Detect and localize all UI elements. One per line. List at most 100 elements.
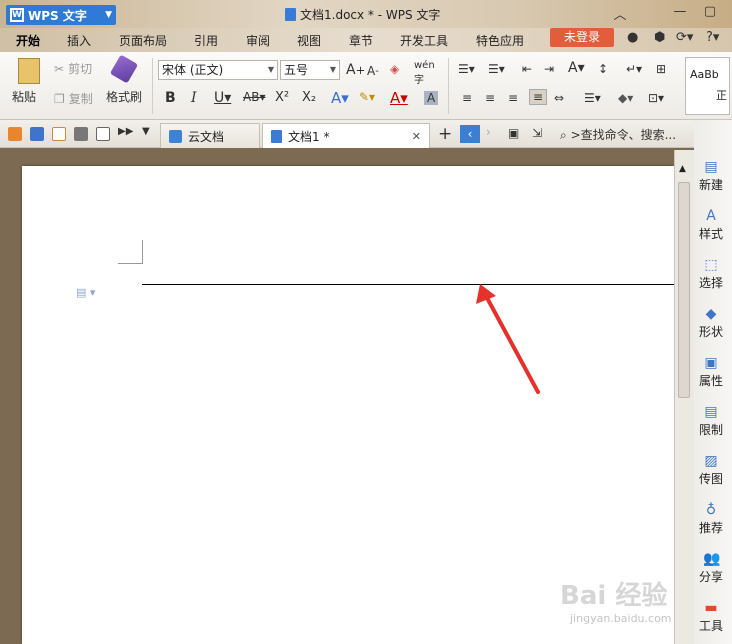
increase-indent-icon[interactable]: ⇥ <box>544 62 554 76</box>
tab-chapter[interactable]: 章节 <box>349 32 373 49</box>
sidebar-item-new[interactable]: ▤ 新建 <box>694 160 728 193</box>
superscript-icon[interactable]: X² <box>275 90 289 105</box>
paste-button[interactable]: 粘贴 <box>12 58 40 105</box>
sidebar-item-label: 新建 <box>698 178 723 192</box>
sidebar-item-properties[interactable]: ▣ 属性 <box>694 356 728 389</box>
bold-icon[interactable]: B <box>165 90 176 106</box>
decrease-indent-icon[interactable]: ⇤ <box>522 62 532 76</box>
strikethrough-icon[interactable]: AB▾ <box>243 90 265 104</box>
sidebar-item-share[interactable]: 👥 分享 <box>694 552 728 585</box>
phonetic-icon[interactable]: wén 字 <box>414 60 435 86</box>
collapse-ribbon-icon[interactable]: ︿ <box>610 4 630 23</box>
italic-icon[interactable]: I <box>191 90 197 106</box>
border-icon[interactable]: ⊡▾ <box>648 91 664 105</box>
document-page[interactable] <box>22 166 674 644</box>
tab-document[interactable]: 文档1 * ✕ <box>262 123 430 148</box>
menu-bar: 开始 插入 页面布局 引用 审阅 视图 章节 开发工具 特色应用 <box>0 28 732 54</box>
new-tab-icon[interactable]: + <box>438 124 452 144</box>
format-painter-label: 格式刷 <box>106 90 143 104</box>
sidebar-item-recommend[interactable]: ♁ 推荐 <box>694 503 728 536</box>
shrink-font-icon[interactable]: A- <box>367 64 379 78</box>
tab-insert[interactable]: 插入 <box>67 32 91 49</box>
align-center-icon[interactable]: ≡ <box>485 91 495 105</box>
tab-start[interactable]: 开始 <box>11 32 45 54</box>
cut-label: 剪切 <box>68 62 93 76</box>
copy-label: 复制 <box>68 92 93 106</box>
chevron-down-icon[interactable]: ▼ <box>142 126 150 137</box>
subscript-icon[interactable]: X₂ <box>302 90 316 105</box>
command-search[interactable]: ⌕ >查找命令、搜索... <box>560 126 676 143</box>
share-icon[interactable]: ⇲ <box>532 126 542 140</box>
sidebar-item-select[interactable]: ⬚ 选择 <box>694 258 728 291</box>
font-size-select[interactable]: 五号 ▼ <box>280 60 340 80</box>
font-case-icon[interactable]: A▾ <box>568 60 585 76</box>
font-size-value: 五号 <box>284 63 309 77</box>
export-pdf-icon[interactable] <box>52 127 66 141</box>
sidebar-item-shapes[interactable]: ◆ 形状 <box>694 307 728 340</box>
help-icon[interactable]: ?▾ <box>706 30 719 45</box>
justify-icon[interactable]: ≡ <box>529 89 548 105</box>
clear-format-icon[interactable]: ◈ <box>390 62 399 76</box>
tab-references[interactable]: 引用 <box>194 32 218 49</box>
horizontal-line[interactable] <box>142 284 674 285</box>
line-break-icon[interactable]: ↵▾ <box>626 62 642 76</box>
copy-button[interactable]: ❐ 复制 <box>54 90 93 107</box>
divider <box>448 58 449 114</box>
font-color-icon[interactable]: A▾ <box>390 89 408 107</box>
tab-view[interactable]: 视图 <box>297 32 321 49</box>
more-icon[interactable]: ▶▶ <box>118 126 133 137</box>
text-effect-icon[interactable]: A▾ <box>331 89 349 107</box>
format-painter-button[interactable]: 格式刷 <box>106 54 143 105</box>
sidebar-item-styles[interactable]: A 样式 <box>694 209 728 242</box>
bullet-list-icon[interactable]: ☰▾ <box>458 62 475 76</box>
style-gallery[interactable]: AaBb 正 <box>685 57 730 115</box>
login-button[interactable]: 未登录 <box>550 28 614 47</box>
print-preview-icon[interactable] <box>96 127 110 141</box>
properties-icon: ▣ <box>704 355 718 371</box>
forward-icon[interactable]: › <box>486 125 491 139</box>
close-icon[interactable]: ✕ <box>412 130 421 143</box>
table-icon[interactable]: ⊞ <box>656 62 666 76</box>
underline-icon[interactable]: U▾ <box>214 90 231 106</box>
highlight-icon[interactable]: ✎▾ <box>359 90 375 104</box>
cut-button[interactable]: ✂ 剪切 <box>54 60 92 77</box>
tab-page-layout[interactable]: 页面布局 <box>119 32 167 49</box>
number-list-icon[interactable]: ☰▾ <box>488 62 505 76</box>
skin-icon[interactable]: ● <box>627 30 638 45</box>
font-name-value: 宋体 (正文) <box>162 63 224 77</box>
title-bar: W WPS 文字 ▼ 文档1.docx * - WPS 文字 ︿ — ▢ <box>0 0 732 28</box>
tab-cloud-docs[interactable]: 云文档 <box>160 123 260 148</box>
app-menu-button[interactable]: W WPS 文字 ▼ <box>6 5 116 25</box>
sync-icon[interactable]: ⟳▾ <box>676 30 693 45</box>
save-icon[interactable] <box>30 127 44 141</box>
paragraph-options-icon[interactable]: ▤ ▾ <box>76 286 95 299</box>
sidebar-item-tools[interactable]: ▬ 工具 <box>694 601 728 634</box>
screen-icon[interactable]: ▣ <box>508 126 519 140</box>
paste-icon <box>18 58 40 84</box>
grow-font-icon[interactable]: A + <box>346 62 365 78</box>
print-icon[interactable] <box>74 127 88 141</box>
open-folder-icon[interactable] <box>8 127 22 141</box>
back-icon[interactable]: ‹ <box>460 125 480 143</box>
sidebar-item-upload-image[interactable]: ▨ 传图 <box>694 454 728 487</box>
font-name-select[interactable]: 宋体 (正文) ▼ <box>158 60 278 80</box>
minimize-button[interactable]: — <box>670 4 690 19</box>
distribute-icon[interactable]: ⇔ <box>554 91 564 105</box>
tab-review[interactable]: 审阅 <box>246 32 270 49</box>
tab-special[interactable]: 特色应用 <box>476 32 524 49</box>
maximize-button[interactable]: ▢ <box>700 4 720 19</box>
char-shading-icon[interactable]: A <box>424 91 439 105</box>
align-right-icon[interactable]: ≡ <box>508 91 518 105</box>
tab-developer[interactable]: 开发工具 <box>400 32 448 49</box>
chevron-down-icon: ▼ <box>267 65 274 74</box>
shading-icon[interactable]: ◆▾ <box>618 91 633 105</box>
scrollbar-thumb[interactable] <box>678 182 690 398</box>
scroll-up-icon[interactable]: ▲ <box>679 164 686 174</box>
align-left-icon[interactable]: ≡ <box>462 91 472 105</box>
line-spacing-icon[interactable]: ☰▾ <box>584 91 601 105</box>
sidebar-item-label: 限制 <box>698 423 723 437</box>
sidebar-item-restrict[interactable]: ▤ 限制 <box>694 405 728 438</box>
chevron-down-icon: ▼ <box>329 65 336 74</box>
settings-icon[interactable]: ⬢ <box>654 30 665 45</box>
sort-icon[interactable]: ↕ <box>598 62 608 76</box>
